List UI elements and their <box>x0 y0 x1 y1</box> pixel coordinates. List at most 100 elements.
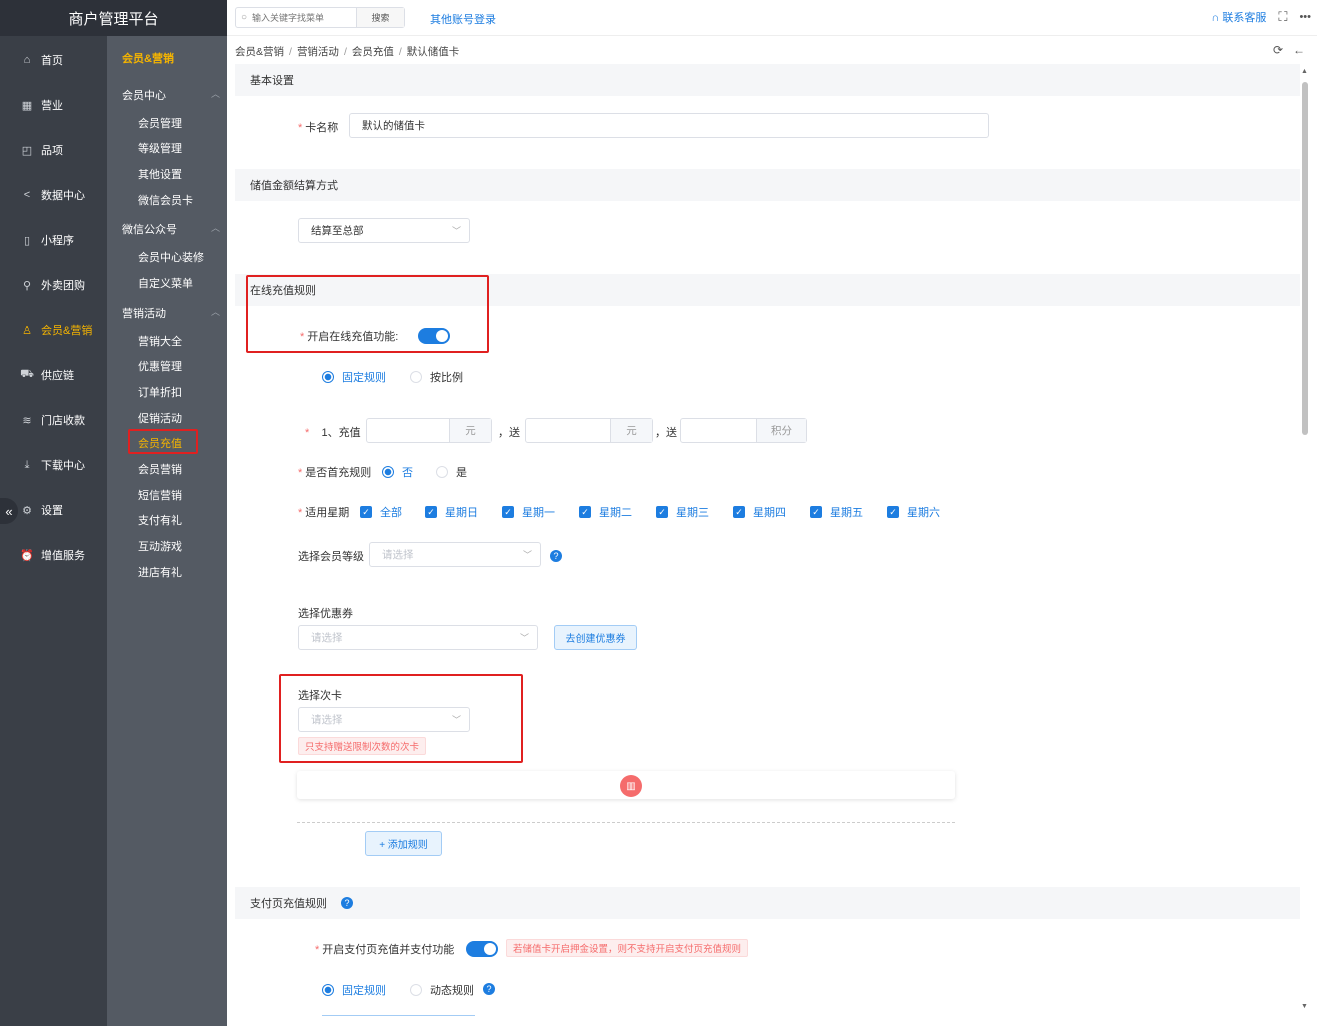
rule-ratio-radio[interactable]: 按比例 <box>410 369 463 385</box>
weekday-thu-checkbox[interactable]: ✓ 星期四 <box>733 504 786 520</box>
nav-member-marketing-sub[interactable]: 会员营销 <box>138 461 182 477</box>
check-icon: ✓ <box>656 506 668 518</box>
nav-marketing-all[interactable]: 营销大全 <box>138 333 182 349</box>
home-icon: ⌂ <box>23 54 31 66</box>
weekday-mon-checkbox[interactable]: ✓ 星期一 <box>502 504 555 520</box>
breadcrumb: 会员&营销 / 营销活动 / 会员充值 / 默认储值卡 <box>235 46 460 58</box>
nav-member-manage[interactable]: 会员管理 <box>138 115 182 131</box>
check-icon: ✓ <box>887 506 899 518</box>
tab-underline <box>322 1015 475 1016</box>
nav-store-visit-gift[interactable]: 进店有礼 <box>138 564 182 580</box>
chevron-down-icon: ﹀ <box>451 226 461 236</box>
menu-search: ○ 搜索 <box>235 7 405 28</box>
section-pay-title: 支付页充值规则? <box>235 887 1300 919</box>
pay-recharge-toggle[interactable] <box>466 941 498 957</box>
rule-row-prefix: * 1、充值 <box>305 427 361 439</box>
nav-interactive-game[interactable]: 互动游戏 <box>138 538 182 554</box>
weekday-wed-checkbox[interactable]: ✓ 星期三 <box>656 504 709 520</box>
section-basic-title: 基本设置 <box>235 64 1300 96</box>
first-recharge-yes-radio[interactable]: 是 <box>436 464 467 480</box>
nav-discount-manage[interactable]: 优惠管理 <box>138 358 182 374</box>
scrollbar-thumb[interactable] <box>1302 82 1308 435</box>
chevron-up-icon: ︿ <box>210 223 220 233</box>
fullscreen-icon[interactable]: ⛶ <box>1278 9 1287 25</box>
nav-group-marketing[interactable]: 营销活动 ︿ <box>122 305 220 321</box>
coupon-select[interactable]: 请选择 ﹀ <box>298 625 538 650</box>
nav-sms-marketing[interactable]: 短信营销 <box>138 487 182 503</box>
other-account-login-link[interactable]: 其他账号登录 <box>430 11 496 27</box>
bag-icon: ◰ <box>21 144 33 157</box>
add-rule-button[interactable]: + 添加规则 <box>365 831 442 856</box>
support-link[interactable]: ∩ 联系客服 <box>1211 9 1266 25</box>
card-name-input[interactable]: 默认的储值卡 <box>349 113 989 138</box>
weekday-sun-checkbox[interactable]: ✓ 星期日 <box>425 504 478 520</box>
member-level-label: 选择会员等级 <box>298 551 364 563</box>
weekday-tue-checkbox[interactable]: ✓ 星期二 <box>579 504 632 520</box>
help-icon[interactable]: ? <box>483 983 495 995</box>
nav-promotion[interactable]: 促销活动 <box>138 410 182 426</box>
nav-other-settings[interactable]: 其他设置 <box>138 166 182 182</box>
download-icon: ⤓ <box>24 458 30 471</box>
nav-order-discount[interactable]: 订单折扣 <box>138 384 182 400</box>
top-bar: ○ 搜索 其他账号登录 ∩ 联系客服 ⛶ ••• <box>227 0 1317 36</box>
help-icon[interactable]: ? <box>341 897 353 909</box>
nav-supply-chain[interactable]: ⛟ 供应链 <box>20 365 74 385</box>
scroll-down-icon[interactable]: ▼ <box>1301 1003 1308 1010</box>
scroll-up-icon[interactable]: ▲ <box>1301 68 1308 75</box>
share-icon: < <box>23 189 31 201</box>
nav-miniapp[interactable]: ▯ 小程序 <box>20 230 74 250</box>
nav-level-manage[interactable]: 等级管理 <box>138 140 182 156</box>
weekday-sat-checkbox[interactable]: ✓ 星期六 <box>887 504 940 520</box>
weekday-label: * 适用星期 <box>298 507 350 519</box>
back-arrow-icon[interactable]: ← <box>1293 43 1305 57</box>
nav-items[interactable]: ◰ 品项 <box>20 140 63 160</box>
breadcrumb-item[interactable]: 会员充值 <box>352 46 394 58</box>
rule-row-mid: ，送 <box>498 427 520 439</box>
first-recharge-no-radio[interactable]: 否 <box>382 464 413 480</box>
alarm-icon: ⏰ <box>20 549 34 562</box>
nav-group-wechat[interactable]: 微信公众号 ︿ <box>122 221 220 237</box>
pay-rule-dynamic-radio[interactable]: 动态规则 <box>410 982 474 998</box>
more-icon[interactable]: ••• <box>1299 11 1311 23</box>
user-icon: ♙ <box>22 324 32 337</box>
breadcrumb-item[interactable]: 营销活动 <box>297 46 339 58</box>
truck-icon: ⛟ <box>20 368 34 380</box>
weekday-all-checkbox[interactable]: ✓ 全部 <box>360 504 402 520</box>
nav-custom-menu[interactable]: 自定义菜单 <box>138 275 193 291</box>
nav-group-member-center[interactable]: 会员中心 ︿ <box>122 87 220 103</box>
delete-rule-button[interactable]: ▥ <box>620 775 642 797</box>
highlight-box-times-card <box>279 674 523 763</box>
check-icon: ✓ <box>810 506 822 518</box>
nav-store-payment[interactable]: ≋ 门店收款 <box>20 410 85 430</box>
check-icon: ✓ <box>733 506 745 518</box>
nav-member-center-decor[interactable]: 会员中心装修 <box>138 249 204 265</box>
app-title: 商户管理平台 <box>0 0 227 36</box>
nav-settings[interactable]: ⚙ 设置 <box>20 500 63 520</box>
recharge-amount-input[interactable]: 元 <box>366 418 492 443</box>
nav-member-marketing[interactable]: ♙ 会员&营销 <box>20 320 92 340</box>
pay-rule-fixed-radio[interactable]: 固定规则 <box>322 982 386 998</box>
trash-icon: ▥ <box>626 780 636 792</box>
gift-amount-input[interactable]: 元 <box>525 418 653 443</box>
weekday-fri-checkbox[interactable]: ✓ 星期五 <box>810 504 863 520</box>
settle-method-select[interactable]: 结算至总部 ﹀ <box>298 218 470 243</box>
gift-points-input[interactable]: 积分 <box>680 418 807 443</box>
member-level-select[interactable]: 请选择 ﹀ <box>369 542 541 567</box>
menu-search-input[interactable] <box>252 12 350 23</box>
nav-delivery[interactable]: ⚲ 外卖团购 <box>20 275 85 295</box>
breadcrumb-item[interactable]: 会员&营销 <box>235 46 284 58</box>
search-button[interactable]: 搜索 <box>356 8 404 27</box>
create-coupon-button[interactable]: 去创建优惠券 <box>554 625 637 650</box>
help-icon[interactable]: ? <box>550 550 562 562</box>
breadcrumb-tools: ⟳ ← <box>1273 43 1305 57</box>
rule-fixed-radio[interactable]: 固定规则 <box>322 369 386 385</box>
nav-download[interactable]: ⤓ 下载中心 <box>20 455 85 475</box>
nav-pay-gift[interactable]: 支付有礼 <box>138 512 182 528</box>
nav-wechat-card[interactable]: 微信会员卡 <box>138 192 193 208</box>
nav-home[interactable]: ⌂ 首页 <box>20 50 63 70</box>
highlight-box-online <box>246 275 489 353</box>
nav-data-center[interactable]: < 数据中心 <box>20 185 85 205</box>
refresh-icon[interactable]: ⟳ <box>1273 43 1283 57</box>
nav-value-added[interactable]: ⏰ 增值服务 <box>20 545 85 565</box>
nav-business[interactable]: ▦ 营业 <box>20 95 63 115</box>
